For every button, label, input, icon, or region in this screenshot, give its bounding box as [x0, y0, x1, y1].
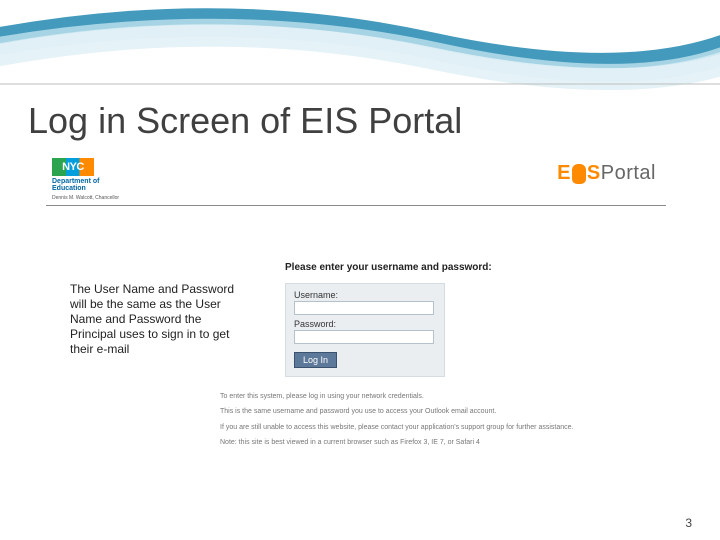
person-icon — [572, 164, 586, 184]
help-note: Note: this site is best viewed in a curr… — [220, 438, 660, 447]
login-button[interactable]: Log In — [294, 352, 337, 368]
dept-label-1: Department of — [52, 178, 99, 185]
password-input[interactable] — [294, 330, 434, 344]
help-line-1: To enter this system, please log in usin… — [220, 392, 660, 401]
chancellor-label: Dennis M. Walcott, Chancellor — [52, 195, 119, 201]
dept-label-2: Education — [52, 185, 86, 192]
help-text: To enter this system, please log in usin… — [220, 392, 660, 454]
login-heading: Please enter your username and password: — [285, 262, 585, 273]
nyc-logo-text: NYC — [62, 161, 84, 173]
login-box: Username: Password: Log In — [285, 283, 445, 377]
username-input[interactable] — [294, 301, 434, 315]
page-number: 3 — [685, 516, 692, 530]
help-line-2: This is the same username and password y… — [220, 407, 660, 416]
eis-logo-portal: Portal — [601, 162, 656, 184]
password-label: Password: — [294, 319, 436, 329]
help-line-3: If you are still unable to access this w… — [220, 423, 660, 432]
nyc-logo-icon: NYC — [52, 158, 94, 176]
login-form: Please enter your username and password:… — [285, 262, 585, 377]
eis-logo-e: E — [557, 162, 571, 184]
nyc-doe-logo: NYC Department of Education Dennis M. Wa… — [52, 158, 119, 201]
eis-logo-s: S — [587, 162, 601, 184]
username-label: Username: — [294, 290, 436, 300]
callout-text: The User Name and Password will be the s… — [70, 282, 240, 357]
page-title: Log in Screen of EIS Portal — [28, 100, 720, 142]
eis-portal-logo: ESPortal — [557, 162, 656, 185]
portal-header: NYC Department of Education Dennis M. Wa… — [46, 152, 666, 206]
slide-top-decoration — [0, 0, 720, 80]
